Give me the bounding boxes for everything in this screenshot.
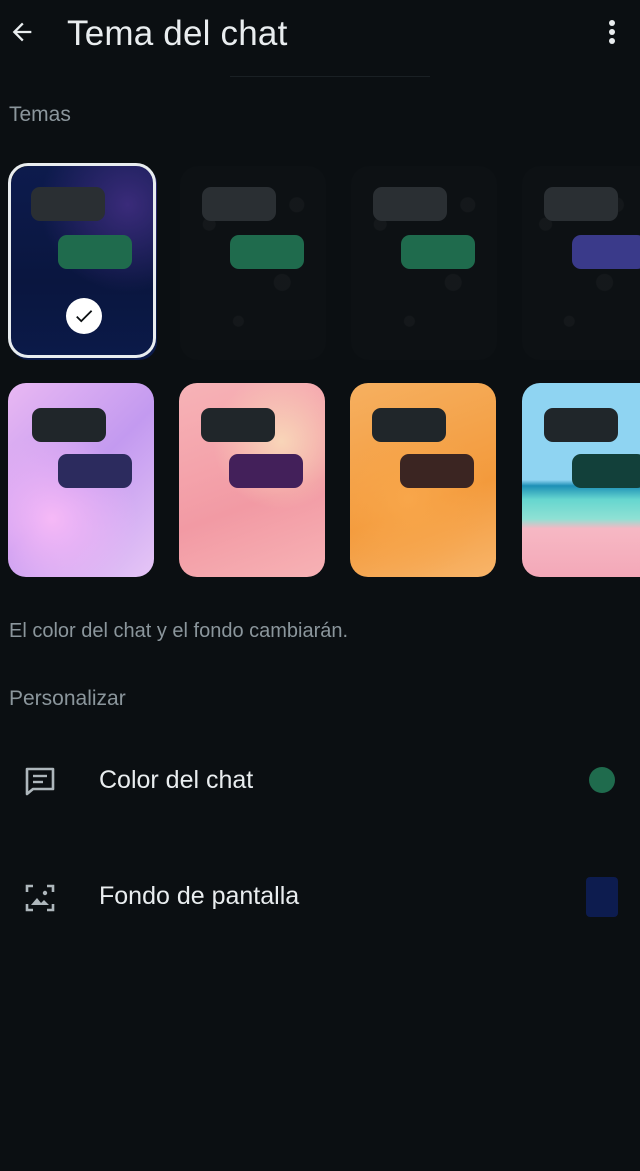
wallpaper-swatch (586, 877, 618, 917)
chat-color-option[interactable]: Color del chat (0, 736, 640, 826)
theme-tile-dark-2[interactable] (351, 166, 497, 360)
incoming-bubble (201, 408, 275, 442)
outgoing-bubble (230, 235, 304, 269)
theme-tile-orange[interactable] (350, 383, 496, 577)
chat-color-label: Color del chat (99, 766, 254, 794)
theme-tile-dark-3[interactable] (522, 166, 640, 360)
incoming-bubble (31, 187, 105, 221)
chat-color-swatch (589, 767, 615, 793)
outgoing-bubble (572, 235, 640, 269)
incoming-bubble (544, 187, 618, 221)
app-bar: Tema del chat (0, 0, 640, 72)
outgoing-bubble (229, 454, 303, 488)
theme-tile-space[interactable] (11, 166, 157, 360)
chat-bubble-icon (22, 763, 58, 799)
outgoing-bubble (58, 454, 132, 488)
selected-check-icon (66, 298, 102, 334)
section-label-themes: Temas (9, 103, 71, 126)
theme-change-note: El color del chat y el fondo cambiarán. (9, 620, 349, 642)
theme-tile-purple[interactable] (8, 383, 154, 577)
incoming-bubble (202, 187, 276, 221)
outgoing-bubble (400, 454, 474, 488)
page-title: Tema del chat (67, 14, 288, 53)
wallpaper-option[interactable]: Fondo de pantalla (0, 852, 640, 942)
back-button[interactable] (4, 14, 40, 50)
header-divider (230, 76, 430, 77)
theme-tile-dark-1[interactable] (180, 166, 326, 360)
more-options-button[interactable] (596, 14, 628, 50)
incoming-bubble (32, 408, 106, 442)
more-vertical-icon (609, 20, 615, 44)
wallpaper-label: Fondo de pantalla (99, 882, 300, 910)
section-label-customize: Personalizar (9, 687, 126, 710)
outgoing-bubble (401, 235, 475, 269)
theme-tile-pink[interactable] (179, 383, 325, 577)
incoming-bubble (372, 408, 446, 442)
outgoing-bubble (58, 235, 132, 269)
incoming-bubble (544, 408, 618, 442)
arrow-left-icon (12, 22, 32, 42)
wallpaper-icon (22, 880, 58, 916)
theme-tile-beach[interactable] (522, 383, 640, 577)
outgoing-bubble (572, 454, 640, 488)
incoming-bubble (373, 187, 447, 221)
